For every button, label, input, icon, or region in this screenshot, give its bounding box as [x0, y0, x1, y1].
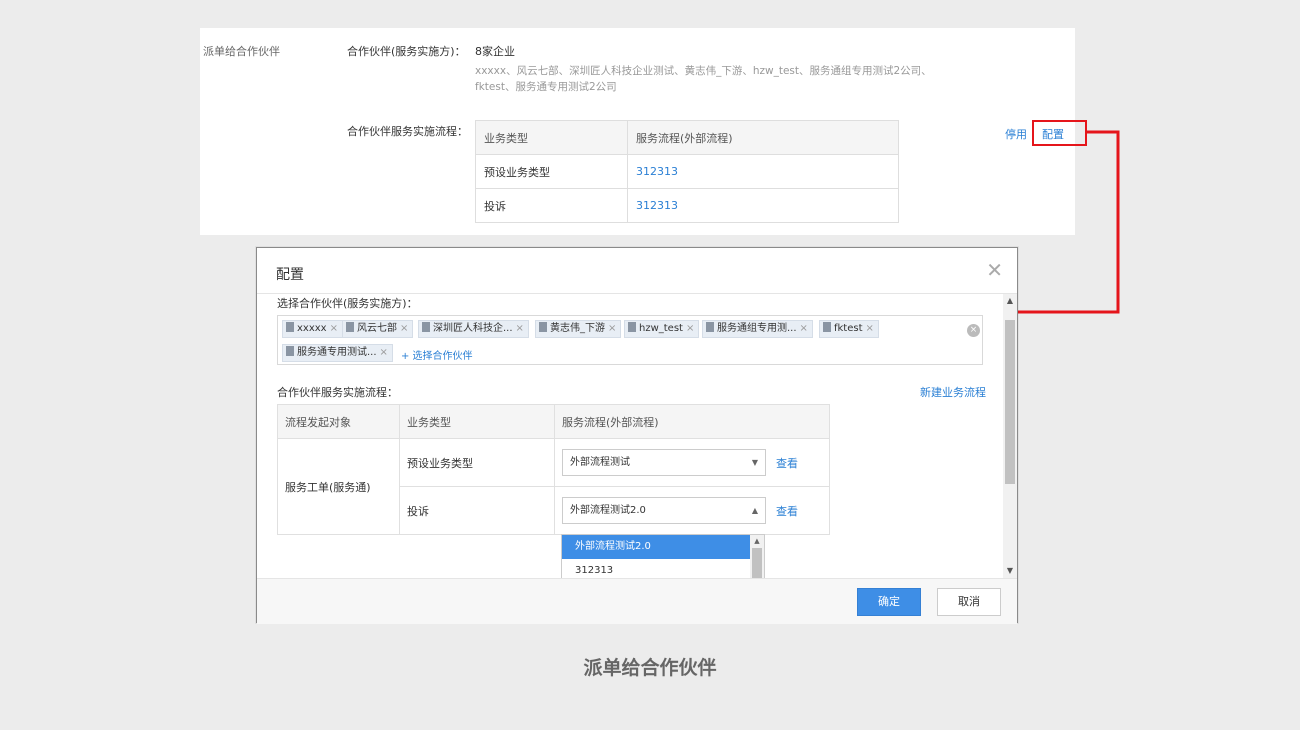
- document-icon: [539, 322, 547, 332]
- flow-dropdown-menu: 外部流程测试2.0 312313 ▲: [561, 534, 765, 578]
- disable-link[interactable]: 停用: [1005, 126, 1027, 142]
- table-row: 预设业务类型 312313: [475, 154, 899, 189]
- flow-label: 合作伙伴服务实施流程：: [347, 125, 468, 138]
- caret-up-icon: ▲: [751, 506, 758, 515]
- dialog-scrollbar[interactable]: ▲ ▼: [1003, 294, 1017, 578]
- page-caption: 派单给合作伙伴: [583, 657, 717, 679]
- document-icon: [346, 322, 354, 332]
- remove-tag-icon[interactable]: ×: [608, 323, 616, 334]
- config-highlight-box: [1032, 120, 1087, 146]
- remove-tag-icon[interactable]: ×: [516, 323, 524, 334]
- tag-label: 服务通组专用测...: [717, 323, 797, 334]
- table-header-row: 流程发起对象 业务类型 服务流程(外部流程): [277, 404, 830, 439]
- partner-tag: 风云七部 ×: [342, 320, 414, 338]
- partner-tag: hzw_test ×: [624, 320, 700, 338]
- column-header: 流程发起对象: [277, 404, 400, 439]
- section-label: 派单给合作伙伴: [203, 45, 280, 58]
- dialog-body: 选择合作伙伴(服务实施方)： xxxxx × 风云七部 × 深圳匠人科技企... × …: [257, 294, 1017, 578]
- tag-label: 风云七部: [357, 323, 397, 334]
- partner-count: 8家企业: [475, 45, 515, 58]
- remove-tag-icon[interactable]: ×: [866, 323, 874, 334]
- tag-label: 黄志伟_下游: [550, 323, 605, 334]
- scrollbar-thumb[interactable]: [752, 548, 762, 578]
- remove-tag-icon[interactable]: ×: [330, 323, 338, 334]
- select-partner-label: 选择合作伙伴(服务实施方)：: [277, 297, 418, 310]
- config-dialog: 配置 ✕ 选择合作伙伴(服务实施方)： xxxxx × 风云七部 × 深圳匠人科技企…: [256, 247, 1018, 624]
- remove-tag-icon[interactable]: ×: [380, 347, 388, 358]
- select-value: 外部流程测试2.0: [570, 505, 646, 516]
- column-header: 服务流程(外部流程): [627, 120, 899, 155]
- partner-tag: 黄志伟_下游 ×: [535, 320, 622, 338]
- partner-label: 合作伙伴(服务实施方)：: [347, 45, 466, 58]
- dialog-footer: 确定 取消: [257, 578, 1017, 624]
- column-header: 业务类型: [399, 404, 555, 439]
- scroll-up-icon[interactable]: ▲: [750, 535, 764, 547]
- document-icon: [422, 322, 430, 332]
- scroll-down-icon[interactable]: ▼: [1003, 564, 1017, 578]
- dialog-flow-table: 流程发起对象 业务类型 服务流程(外部流程) 服务工单(服务通) 预设业务类型 …: [277, 404, 830, 535]
- remove-tag-icon[interactable]: ×: [686, 323, 694, 334]
- dialog-header: 配置 ✕: [257, 248, 1017, 294]
- business-type-cell: 投诉: [399, 486, 555, 535]
- business-type-cell: 预设业务类型: [475, 154, 628, 189]
- dropdown-option[interactable]: 外部流程测试2.0: [562, 535, 751, 559]
- partner-tag: 服务通组专用测... ×: [702, 320, 813, 338]
- tag-label: 深圳匠人科技企...: [433, 323, 513, 334]
- top-flow-table: 业务类型 服务流程(外部流程) 预设业务类型 312313 投诉 312313: [475, 120, 899, 223]
- add-partner-link[interactable]: + 选择合作伙伴: [401, 347, 473, 362]
- tag-label: hzw_test: [639, 323, 683, 334]
- scrollbar-thumb[interactable]: [1005, 320, 1015, 484]
- remove-tag-icon[interactable]: ×: [400, 323, 408, 334]
- view-link[interactable]: 查看: [776, 455, 798, 471]
- dialog-title: 配置: [276, 267, 304, 283]
- cancel-button[interactable]: 取消: [937, 588, 1001, 616]
- partner-list-line1: xxxxx、风云七部、深圳匠人科技企业测试、黄志伟_下游、hzw_test、服务…: [475, 65, 932, 77]
- initiator-cell: 服务工单(服务通): [277, 438, 400, 535]
- business-type-cell: 预设业务类型: [399, 438, 555, 487]
- remove-tag-icon[interactable]: ×: [800, 323, 808, 334]
- tag-label: fktest: [834, 323, 863, 334]
- document-icon: [628, 322, 636, 332]
- close-icon[interactable]: ✕: [986, 260, 1003, 280]
- table-header-row: 业务类型 服务流程(外部流程): [475, 120, 899, 155]
- document-icon: [706, 322, 714, 332]
- partner-list-line2: fktest、服务通专用测试2公司: [475, 81, 617, 93]
- table-row: 投诉 312313: [475, 188, 899, 223]
- dialog-flow-label: 合作伙伴服务实施流程：: [277, 386, 398, 399]
- table-row: 服务工单(服务通) 预设业务类型 外部流程测试 ▼ 查看: [277, 438, 830, 535]
- column-header: 服务流程(外部流程): [554, 404, 830, 439]
- partner-tag: fktest ×: [819, 320, 879, 338]
- document-icon: [823, 322, 831, 332]
- partner-tag: 深圳匠人科技企... ×: [418, 320, 529, 338]
- top-panel: 派单给合作伙伴 合作伙伴(服务实施方)： 8家企业 xxxxx、风云七部、深圳匠…: [200, 28, 1087, 235]
- new-flow-link[interactable]: 新建业务流程: [920, 384, 986, 400]
- caret-down-icon: ▼: [751, 458, 758, 467]
- partner-tag: 服务通专用测试... ×: [282, 344, 393, 362]
- view-link[interactable]: 查看: [776, 503, 798, 519]
- tag-label: 服务通专用测试...: [297, 347, 377, 358]
- partner-tag-input[interactable]: xxxxx × 风云七部 × 深圳匠人科技企... × 黄志伟_下游 × hzw_tes…: [277, 315, 983, 365]
- document-icon: [286, 322, 294, 332]
- business-type-cell: 投诉: [475, 188, 628, 223]
- select-value: 外部流程测试: [570, 457, 630, 468]
- partner-tag: xxxxx ×: [282, 320, 343, 338]
- flow-link[interactable]: 312313: [636, 165, 678, 178]
- confirm-button[interactable]: 确定: [857, 588, 921, 616]
- column-header: 业务类型: [475, 120, 628, 155]
- flow-link[interactable]: 312313: [636, 199, 678, 212]
- dropdown-option[interactable]: 312313: [562, 559, 751, 578]
- document-icon: [286, 346, 294, 356]
- flow-select[interactable]: 外部流程测试 ▼: [562, 449, 766, 476]
- flow-select[interactable]: 外部流程测试2.0 ▲: [562, 497, 766, 524]
- scroll-up-icon[interactable]: ▲: [1003, 294, 1017, 308]
- tag-label: xxxxx: [297, 323, 327, 334]
- dropdown-scrollbar[interactable]: ▲: [750, 535, 764, 578]
- clear-all-icon[interactable]: ×: [967, 324, 980, 337]
